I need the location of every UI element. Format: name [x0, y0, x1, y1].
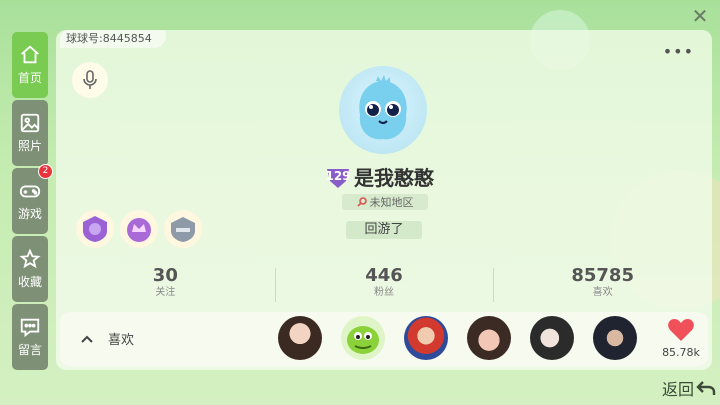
gamepad-icon	[19, 185, 41, 198]
purple-crown-medal-icon	[127, 218, 151, 242]
likes-bar: 喜欢 85.78k	[60, 312, 708, 366]
microphone-icon	[83, 70, 97, 89]
sidebar-item-games[interactable]: 2 游戏	[12, 164, 53, 234]
more-options-icon[interactable]: •••	[663, 42, 694, 61]
medal-list	[76, 210, 202, 248]
blob-creature-icon	[359, 75, 407, 140]
player-id: 球球号:8445854	[60, 30, 166, 48]
back-arrow-icon	[696, 381, 716, 395]
stat-label: 喜欢	[592, 287, 613, 298]
fan-avatar[interactable]	[593, 316, 637, 360]
photo-icon	[20, 113, 40, 133]
star-icon	[19, 248, 41, 269]
stat-label: 关注	[155, 287, 176, 298]
fan-avatar[interactable]	[278, 316, 322, 360]
sidebar-item-label: 照片	[17, 139, 42, 153]
silver-shield-medal-icon	[171, 217, 195, 242]
fan-avatar[interactable]	[530, 316, 574, 360]
sidebar-item-home[interactable]: 首页	[12, 32, 48, 98]
like-count: 85.78k	[662, 346, 700, 359]
name-row: 129 是我憨憨	[324, 162, 434, 191]
avatar[interactable]	[339, 66, 427, 154]
sidebar: 首页 照片 2 游戏 收藏 留言	[12, 32, 53, 372]
like-button[interactable]: 85.78k	[660, 318, 702, 359]
stats-row: 30 关注 446 粉丝 85785 喜欢	[56, 266, 712, 306]
fan-avatar[interactable]	[467, 316, 511, 360]
medal-badge[interactable]	[164, 210, 202, 248]
sidebar-item-photos[interactable]: 照片	[12, 100, 48, 166]
close-icon[interactable]: ✕	[690, 6, 710, 26]
stat-value: 85785	[571, 265, 634, 286]
stat-likes[interactable]: 85785 喜欢	[493, 266, 712, 306]
profile-panel: 球球号:8445854 ••• 129 是我憨憨 未知地区 回游了 30 关注 …	[56, 30, 712, 370]
likes-title: 喜欢	[108, 333, 135, 348]
sidebar-item-messages[interactable]: 留言	[12, 304, 48, 370]
green-monster-icon	[347, 326, 379, 354]
fan-avatar[interactable]	[341, 316, 385, 360]
purple-shield-medal-icon	[83, 216, 107, 242]
message-icon	[20, 318, 40, 338]
level-number: 129	[325, 168, 351, 183]
fan-avatar-list	[278, 316, 637, 360]
search-icon	[356, 197, 367, 207]
location-tag: 未知地区	[342, 194, 428, 210]
sidebar-item-favorites[interactable]: 收藏	[12, 236, 48, 302]
level-badge: 129	[324, 165, 352, 189]
sidebar-item-label: 游戏	[17, 207, 42, 221]
medal-badge[interactable]	[76, 210, 114, 248]
status-text[interactable]: 回游了	[346, 221, 422, 239]
stat-label: 粉丝	[374, 287, 394, 298]
back-button[interactable]: 返回	[662, 377, 716, 399]
chevron-up-icon	[81, 335, 93, 343]
notification-badge: 2	[38, 164, 53, 179]
fan-avatar[interactable]	[404, 316, 448, 360]
stat-fans[interactable]: 446 粉丝	[274, 265, 494, 306]
stat-value: 446	[365, 265, 403, 286]
medal-badge[interactable]	[120, 210, 158, 248]
sidebar-item-label: 首页	[17, 71, 42, 85]
voice-button[interactable]	[72, 62, 108, 98]
stat-value: 30	[152, 265, 178, 286]
back-label: 返回	[661, 380, 694, 399]
nickname: 是我憨憨	[354, 166, 434, 190]
likes-toggle[interactable]: 喜欢	[80, 329, 134, 348]
location-text: 未知地区	[369, 196, 414, 209]
stat-following[interactable]: 30 关注	[56, 266, 275, 306]
sidebar-item-label: 留言	[17, 343, 42, 357]
home-icon	[21, 45, 39, 64]
sidebar-item-label: 收藏	[17, 275, 42, 289]
heart-icon	[668, 319, 694, 341]
